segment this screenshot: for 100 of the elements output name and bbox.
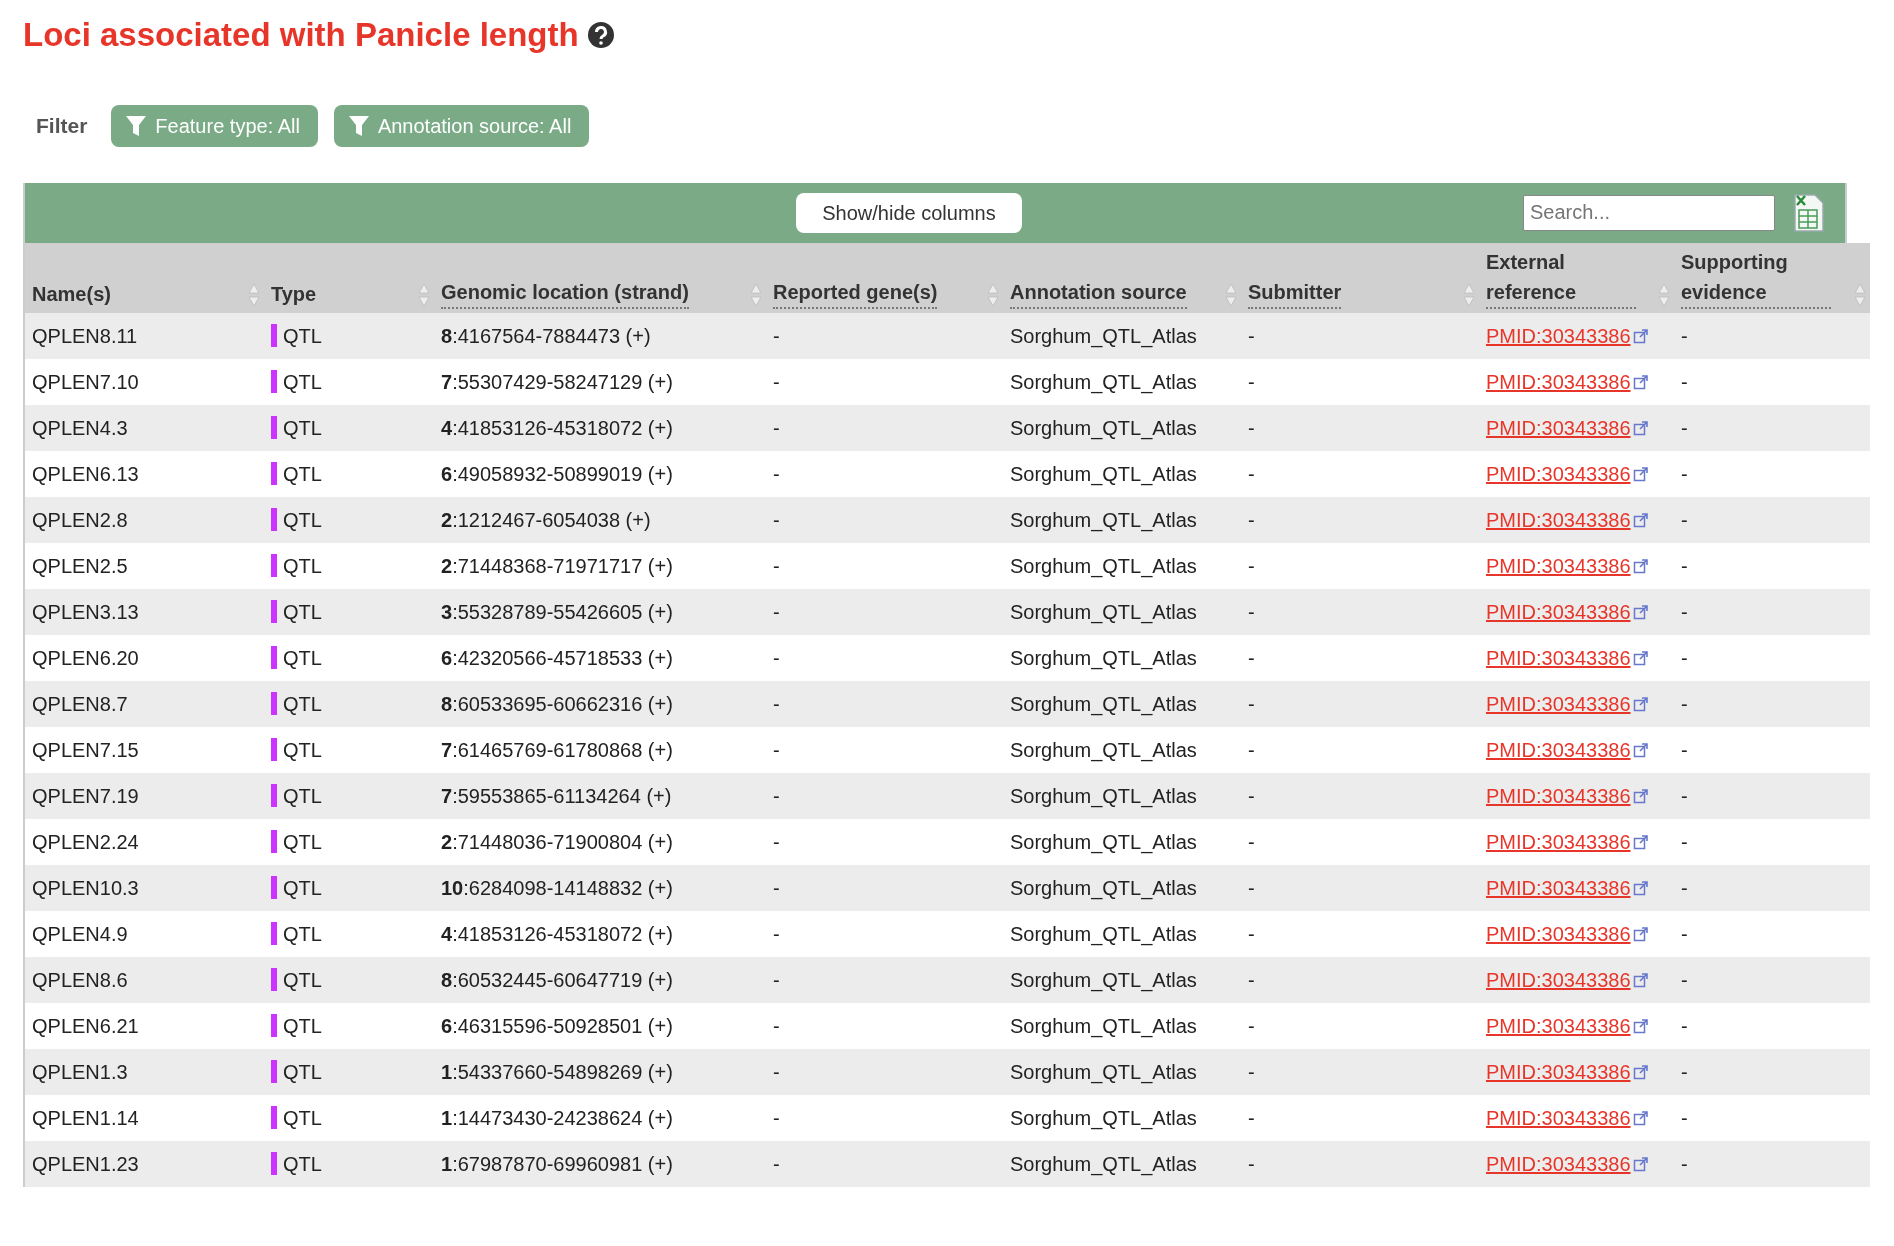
external-link-icon[interactable] xyxy=(1632,557,1649,574)
external-link-icon[interactable] xyxy=(1632,373,1649,390)
supporting-evidence: - xyxy=(1674,450,1870,497)
reference-link[interactable]: PMID:30343386 xyxy=(1486,738,1631,761)
column-header[interactable]: Type xyxy=(271,278,317,309)
feature-type: QTL xyxy=(283,324,322,347)
annotation-source: Sorghum_QTL_Atlas xyxy=(1003,1140,1241,1187)
external-link-icon[interactable] xyxy=(1632,1109,1649,1126)
annotation-source: Sorghum_QTL_Atlas xyxy=(1003,312,1241,359)
reference-link[interactable]: PMID:30343386 xyxy=(1486,1014,1631,1037)
external-link-icon[interactable] xyxy=(1632,695,1649,712)
submitter: - xyxy=(1241,772,1479,819)
external-link-icon[interactable] xyxy=(1632,833,1649,850)
reported-genes: - xyxy=(766,404,1003,451)
reference-link[interactable]: PMID:30343386 xyxy=(1486,1106,1631,1129)
submitter: - xyxy=(1241,818,1479,865)
submitter: - xyxy=(1241,358,1479,405)
genomic-location: 7:55307429-58247129 (+) xyxy=(434,358,766,405)
annotation-source: Sorghum_QTL_Atlas xyxy=(1003,726,1241,773)
annotation-source: Sorghum_QTL_Atlas xyxy=(1003,404,1241,451)
supporting-evidence: - xyxy=(1674,634,1870,681)
external-link-icon[interactable] xyxy=(1632,971,1649,988)
genomic-location: 4:41853126-45318072 (+) xyxy=(434,404,766,451)
submitter: - xyxy=(1241,956,1479,1003)
reported-genes: - xyxy=(766,1048,1003,1095)
external-link-icon[interactable] xyxy=(1632,1017,1649,1034)
supporting-evidence: - xyxy=(1674,864,1870,911)
genomic-location: 8:60533695-60662316 (+) xyxy=(434,680,766,727)
supporting-evidence: - xyxy=(1674,726,1870,773)
genomic-location: 6:46315596-50928501 (+) xyxy=(434,1002,766,1049)
search-field[interactable]: Search... xyxy=(1523,194,1775,231)
reported-genes: - xyxy=(766,1140,1003,1187)
feature-type: QTL xyxy=(283,554,322,577)
external-link-icon[interactable] xyxy=(1632,925,1649,942)
spreadsheet-export-icon[interactable] xyxy=(1791,192,1825,233)
reported-genes: - xyxy=(766,450,1003,497)
reported-genes: - xyxy=(766,910,1003,957)
submitter: - xyxy=(1241,680,1479,727)
reference-link[interactable]: PMID:30343386 xyxy=(1486,370,1631,393)
genomic-location: 2:71448368-71971717 (+) xyxy=(434,542,766,589)
feature-type: QTL xyxy=(283,1060,322,1083)
show-hide-columns-button[interactable]: Show/hide columns xyxy=(796,192,1022,233)
reported-genes: - xyxy=(766,588,1003,635)
genomic-location: 2:71448036-71900804 (+) xyxy=(434,818,766,865)
locus-name: QPLEN6.20 xyxy=(25,634,264,681)
feature-type: QTL xyxy=(283,508,322,531)
locus-name: QPLEN1.23 xyxy=(25,1140,264,1187)
reference-link[interactable]: PMID:30343386 xyxy=(1486,922,1631,945)
supporting-evidence: - xyxy=(1674,312,1870,359)
annotation-source: Sorghum_QTL_Atlas xyxy=(1003,542,1241,589)
column-header[interactable]: Submitter xyxy=(1248,276,1342,309)
column-header[interactable]: Name(s) xyxy=(32,278,111,309)
reference-link[interactable]: PMID:30343386 xyxy=(1486,462,1631,485)
locus-name: QPLEN8.11 xyxy=(25,312,264,359)
feature-type: QTL xyxy=(283,646,322,669)
external-link-icon[interactable] xyxy=(1632,741,1649,758)
feature-type: QTL xyxy=(283,416,322,439)
external-link-icon[interactable] xyxy=(1632,327,1649,344)
filter-button[interactable]: Feature type: All xyxy=(111,104,318,147)
submitter: - xyxy=(1241,496,1479,543)
submitter: - xyxy=(1241,634,1479,681)
filter-button[interactable]: Annotation source: All xyxy=(333,104,590,147)
annotation-source: Sorghum_QTL_Atlas xyxy=(1003,358,1241,405)
supporting-evidence: - xyxy=(1674,1140,1870,1187)
external-link-icon[interactable] xyxy=(1632,1063,1649,1080)
reported-genes: - xyxy=(766,312,1003,359)
feature-type: QTL xyxy=(283,922,322,945)
submitter: - xyxy=(1241,1094,1479,1141)
submitter: - xyxy=(1241,588,1479,635)
help-icon[interactable] xyxy=(586,21,615,50)
locus-name: QPLEN7.10 xyxy=(25,358,264,405)
genomic-location: 4:41853126-45318072 (+) xyxy=(434,910,766,957)
external-link-icon[interactable] xyxy=(1632,465,1649,482)
genomic-location: 2:1212467-6054038 (+) xyxy=(434,496,766,543)
external-link-icon[interactable] xyxy=(1632,511,1649,528)
external-link-icon[interactable] xyxy=(1632,419,1649,436)
reference-link[interactable]: PMID:30343386 xyxy=(1486,830,1631,853)
locus-name: QPLEN8.7 xyxy=(25,680,264,727)
external-link-icon[interactable] xyxy=(1632,603,1649,620)
external-link-icon[interactable] xyxy=(1632,649,1649,666)
supporting-evidence: - xyxy=(1674,1048,1870,1095)
filter-label: Filter xyxy=(36,113,88,140)
submitter: - xyxy=(1241,312,1479,359)
external-link-icon[interactable] xyxy=(1632,787,1649,804)
reference-link[interactable]: PMID:30343386 xyxy=(1486,554,1631,577)
external-link-icon[interactable] xyxy=(1632,1155,1649,1172)
reference-link[interactable]: PMID:30343386 xyxy=(1486,646,1631,669)
genomic-location: 7:59553865-61134264 (+) xyxy=(434,772,766,819)
reported-genes: - xyxy=(766,772,1003,819)
external-link-icon[interactable] xyxy=(1632,879,1649,896)
locus-name: QPLEN6.13 xyxy=(25,450,264,497)
submitter: - xyxy=(1241,450,1479,497)
submitter: - xyxy=(1241,404,1479,451)
supporting-evidence: - xyxy=(1674,818,1870,865)
supporting-evidence: - xyxy=(1674,1094,1870,1141)
funnel-icon xyxy=(347,113,370,138)
supporting-evidence: - xyxy=(1674,588,1870,635)
locus-name: QPLEN1.14 xyxy=(25,1094,264,1141)
genomic-location: 1:54337660-54898269 (+) xyxy=(434,1048,766,1095)
feature-type: QTL xyxy=(283,1106,322,1129)
